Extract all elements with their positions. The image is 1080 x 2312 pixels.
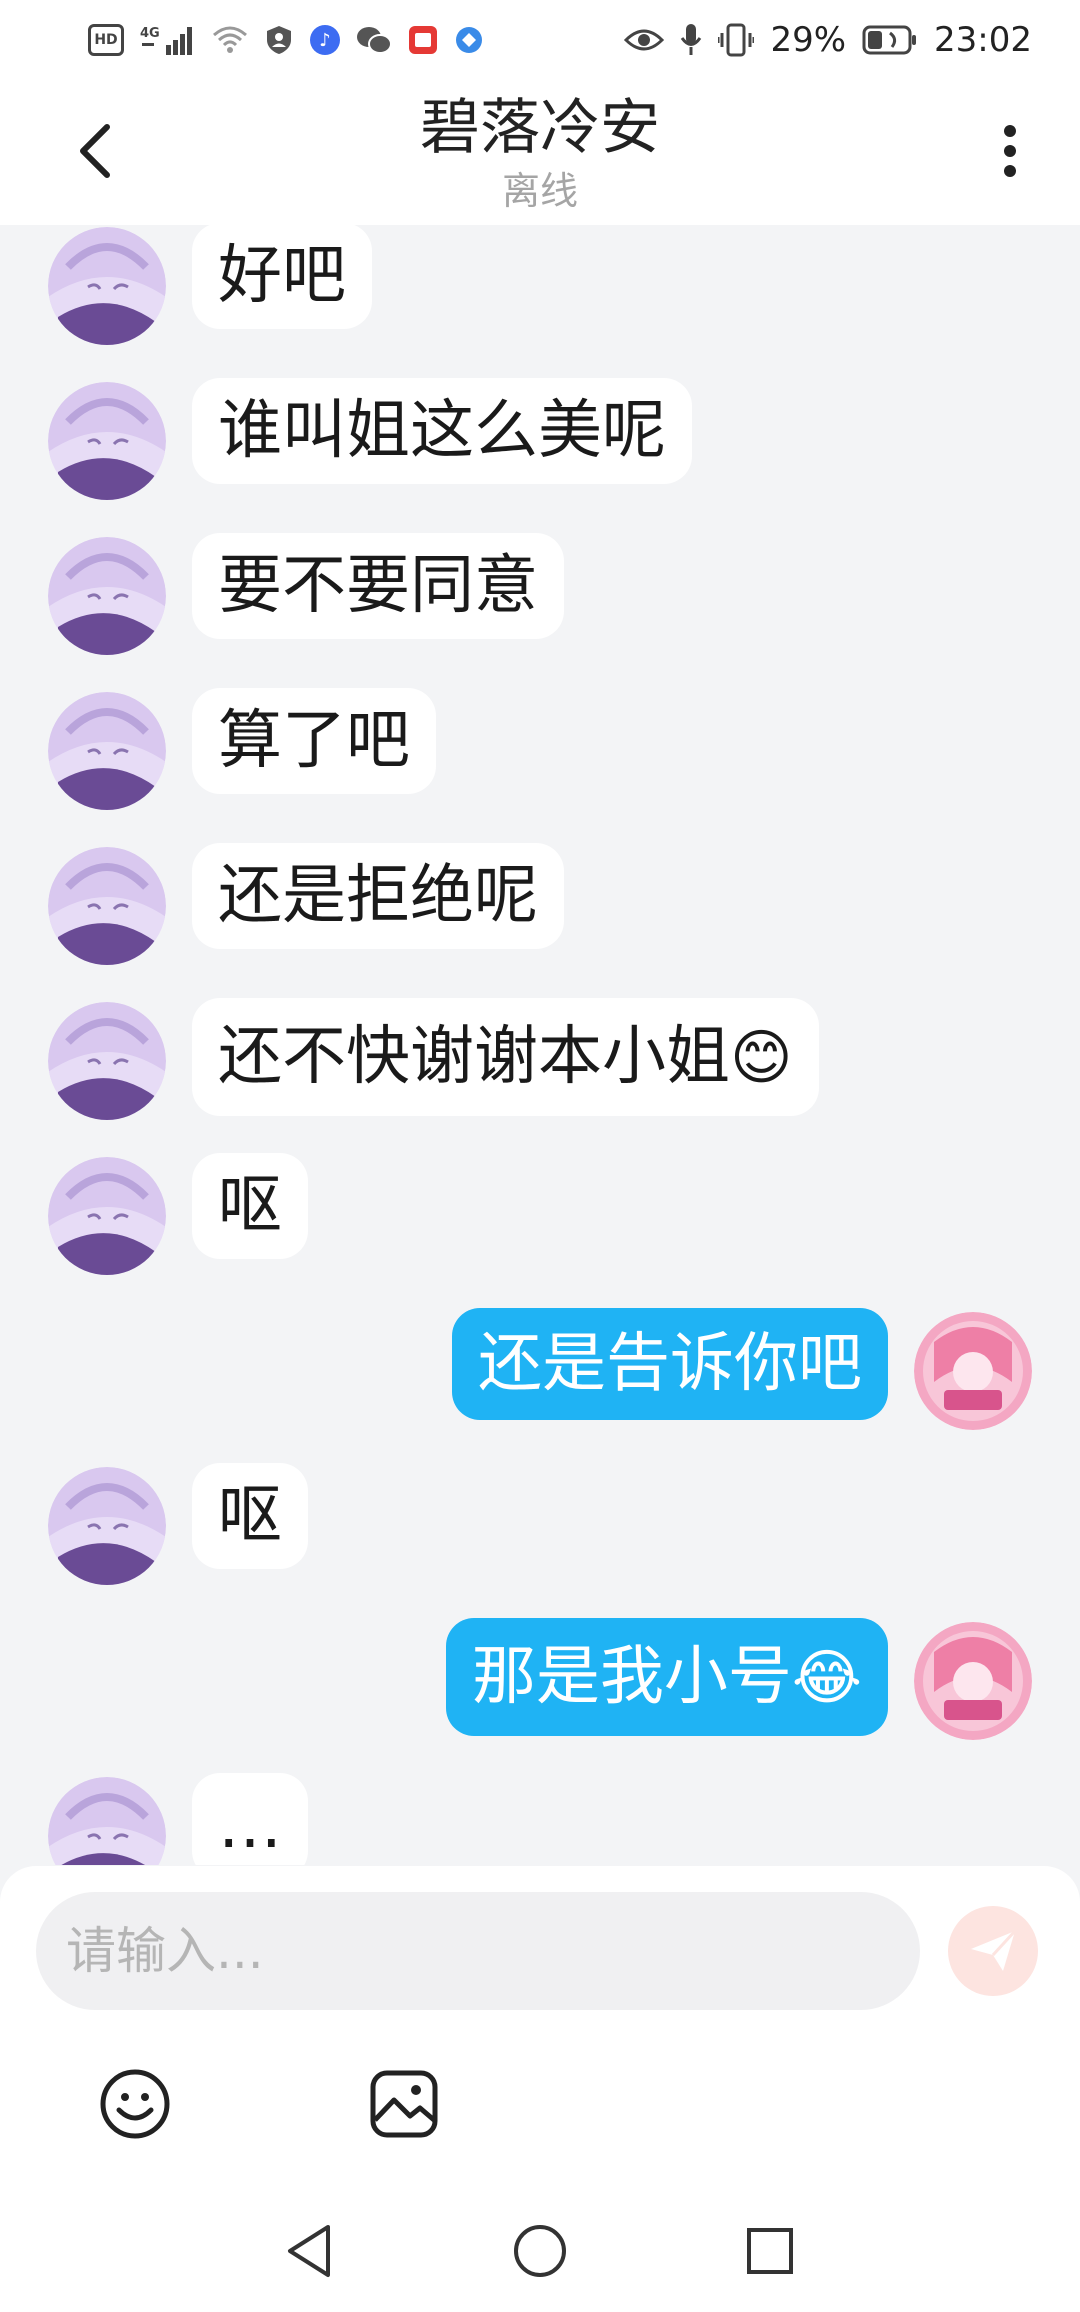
message-bubble[interactable]: 还不快谢谢本小姐😊 xyxy=(192,998,819,1116)
self-avatar[interactable] xyxy=(914,1622,1032,1740)
message-text: 还不快谢谢本小姐 xyxy=(218,1020,730,1094)
self-avatar[interactable] xyxy=(914,1312,1032,1430)
contact-avatar[interactable] xyxy=(48,227,166,345)
network-type-label: 4G xyxy=(140,26,160,41)
contact-avatar[interactable] xyxy=(48,537,166,655)
emoji-button[interactable] xyxy=(95,2064,175,2144)
square-recent-icon xyxy=(747,2228,793,2274)
system-navigation-bar xyxy=(0,2186,1080,2312)
message-bubble[interactable]: 要不要同意 xyxy=(192,533,564,639)
contact-avatar[interactable] xyxy=(48,382,166,500)
more-options-button[interactable] xyxy=(980,116,1040,186)
contact-avatar[interactable] xyxy=(48,1002,166,1120)
nav-back-button[interactable] xyxy=(274,2216,344,2286)
nav-home-button[interactable] xyxy=(505,2216,575,2286)
message-list[interactable]: 好吧 谁叫姐这么美呢 要不要同意 算了吧 还是拒绝呢 还不快谢谢本小姐😊 呕 还… xyxy=(0,225,1080,1865)
message-input[interactable] xyxy=(36,1892,920,2010)
message-text: 那是我小号 xyxy=(471,1640,792,1714)
clock: 23:02 xyxy=(934,20,1032,60)
eye-icon xyxy=(624,26,665,54)
contact-status: 离线 xyxy=(501,169,578,213)
status-left-icons: HD 4G ♪ xyxy=(88,23,484,57)
image-button[interactable] xyxy=(364,2064,444,2144)
image-icon xyxy=(370,2070,438,2138)
message-bubble[interactable]: 呕 xyxy=(192,1153,308,1259)
smiling-emoji: 😊 xyxy=(730,1023,793,1093)
message-text: 呕 xyxy=(218,1169,282,1243)
contact-avatar[interactable] xyxy=(48,847,166,965)
smiley-icon xyxy=(100,2069,170,2139)
message-text: 谁叫姐这么美呢 xyxy=(218,394,666,468)
nav-recent-button[interactable] xyxy=(735,2216,805,2286)
message-bubble[interactable]: 好吧 xyxy=(192,225,372,329)
contact-avatar[interactable] xyxy=(48,1777,166,1865)
message-bubble[interactable]: 还是告诉你吧 xyxy=(452,1308,888,1420)
send-button[interactable] xyxy=(948,1906,1038,1996)
message-text: … xyxy=(218,1789,282,1863)
message-text: 算了吧 xyxy=(218,704,410,778)
wifi-icon xyxy=(212,25,248,55)
message-text: 呕 xyxy=(218,1479,282,1553)
message-bubble[interactable]: … xyxy=(192,1773,308,1865)
title-block: 碧落冷安 离线 xyxy=(0,88,1080,214)
contact-avatar[interactable] xyxy=(48,692,166,810)
vibrate-icon xyxy=(718,23,755,57)
shield-user-icon xyxy=(264,24,294,56)
composer-panel xyxy=(0,1866,1080,2186)
chat-screen: HD 4G ♪ 29% 23:02 碧落冷安 离线 好吧 谁叫姐这么美呢 要不要… xyxy=(0,0,1080,2312)
message-text: 还是告诉你吧 xyxy=(478,1327,862,1401)
cellular-signal-icon: 4G xyxy=(140,23,196,57)
status-right-icons: 29% 23:02 xyxy=(624,20,1032,60)
message-text: 还是拒绝呢 xyxy=(218,859,538,933)
browser-app-icon xyxy=(454,25,484,55)
triangle-back-icon xyxy=(288,2225,330,2277)
status-bar: HD 4G ♪ 29% 23:02 xyxy=(0,0,1080,80)
circle-home-icon xyxy=(514,2225,566,2277)
laughing-emoji: 😂 xyxy=(791,1643,862,1713)
message-text: 要不要同意 xyxy=(218,549,538,623)
battery-icon xyxy=(862,25,918,55)
contact-avatar[interactable] xyxy=(48,1467,166,1585)
contact-avatar[interactable] xyxy=(48,1157,166,1275)
chat-header: 碧落冷安 离线 xyxy=(0,80,1080,225)
message-bubble[interactable]: 呕 xyxy=(192,1463,308,1569)
message-text: 好吧 xyxy=(218,239,346,313)
red-book-app-icon xyxy=(408,25,438,55)
wechat-icon xyxy=(356,25,392,55)
microphone-icon xyxy=(680,23,702,57)
vertical-dots-icon xyxy=(1004,125,1016,177)
message-bubble[interactable]: 那是我小号😂 xyxy=(445,1618,888,1736)
paper-plane-icon xyxy=(971,1929,1017,1971)
message-bubble[interactable]: 还是拒绝呢 xyxy=(192,843,564,949)
contact-name: 碧落冷安 xyxy=(420,93,660,163)
hd-icon: HD xyxy=(88,24,124,56)
message-bubble[interactable]: 谁叫姐这么美呢 xyxy=(192,378,692,484)
message-bubble[interactable]: 算了吧 xyxy=(192,688,436,794)
music-app-icon: ♪ xyxy=(310,25,340,55)
battery-percent: 29% xyxy=(770,20,847,60)
